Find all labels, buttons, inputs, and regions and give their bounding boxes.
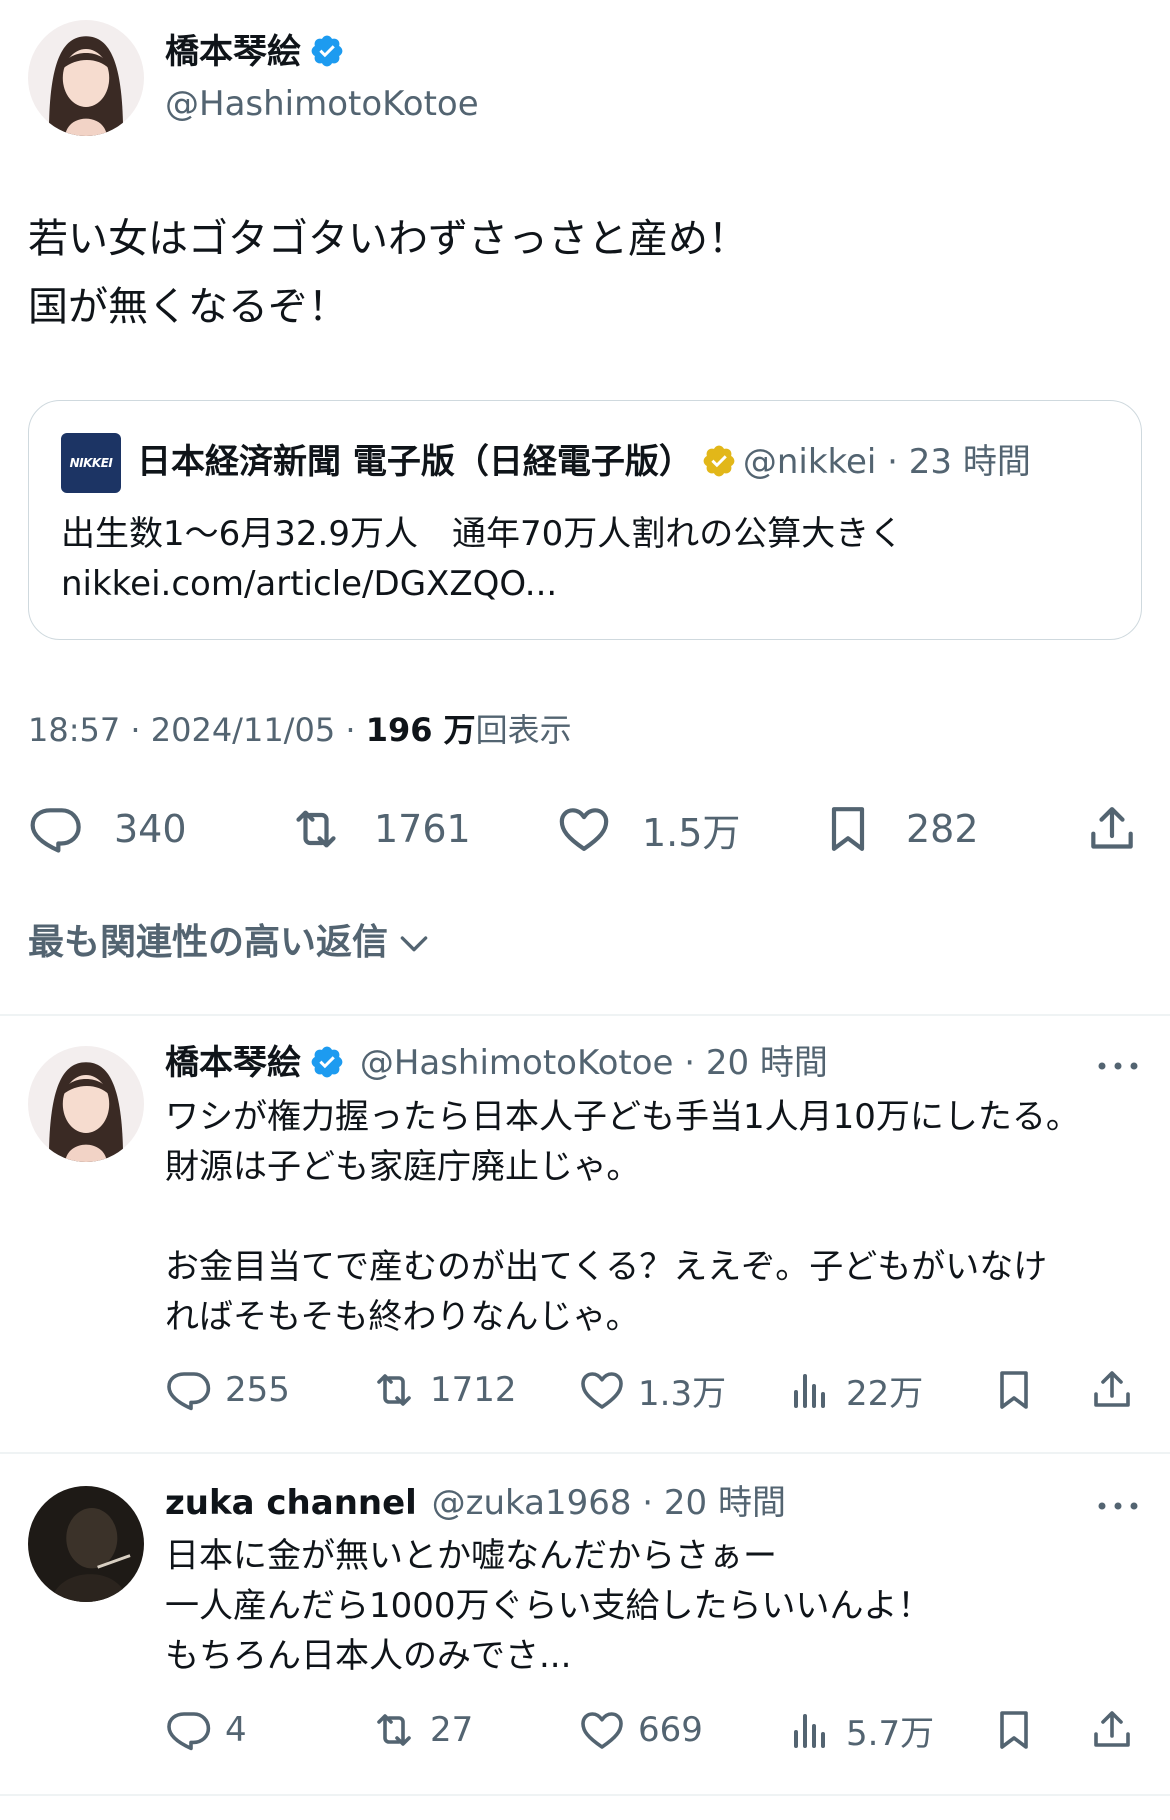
reply-text-line: お金目当てで産むのが出てくる？ええぞ。子どもがいなけ (165, 1247, 1048, 1287)
like-count: 1.5万 (642, 810, 741, 855)
reply-sort-dropdown[interactable]: 最も関連性の高い返信 (28, 918, 434, 968)
quoted-tweet-card[interactable]: NIKKEI 日本経済新聞 電子版（日経電子版） @nikkei · 23 時間 … (28, 400, 1142, 640)
retweet-button[interactable]: 1761 (288, 797, 471, 861)
heart-icon (581, 1712, 623, 1749)
reply-text-line: 日本に金が無いとか嘘なんだからさぁー (165, 1536, 777, 1576)
reply-button[interactable]: 340 (28, 797, 187, 861)
bookmark-button[interactable]: 282 (820, 797, 979, 861)
author-name-row[interactable]: 橋本琴絵 (165, 30, 345, 74)
bookmark-button[interactable] (990, 1702, 1038, 1758)
reply-author-avatar[interactable] (28, 1046, 144, 1162)
bookmark-icon (831, 807, 865, 851)
reply-header: 橋本琴絵 @HashimotoKotoe · 20 時間 (165, 1040, 828, 1086)
bookmark-count: 282 (906, 807, 979, 851)
quote-body: 出生数1〜6月32.9万人 通年70万人割れの公算大きく nikkei.com/… (61, 509, 1121, 609)
view-count: 22万 (846, 1373, 924, 1414)
tweet-text: 若い女はゴタゴタいわずさっさと産め！ 国が無くなるぞ！ (28, 205, 1138, 341)
share-button[interactable] (1088, 1362, 1136, 1418)
divider (0, 1452, 1170, 1454)
verified-badge-icon[interactable] (309, 33, 345, 69)
author-avatar[interactable] (28, 20, 144, 136)
divider (0, 1014, 1170, 1016)
tweet-timestamp[interactable]: 18:57 · 2024/11/05 · (28, 711, 366, 749)
more-options-icon[interactable] (1096, 1498, 1140, 1514)
bookmark-icon (1000, 1371, 1028, 1409)
reply-button[interactable]: 255 (165, 1362, 290, 1418)
bookmark-icon (1000, 1711, 1028, 1749)
heart-icon (559, 808, 609, 851)
share-button[interactable] (1088, 1702, 1136, 1758)
retweet-count: 1712 (430, 1370, 517, 1410)
tweet-meta: 18:57 · 2024/11/05 · 196 万回表示 (28, 708, 572, 752)
avatar-image (28, 1046, 144, 1162)
reply-button[interactable]: 4 (165, 1702, 247, 1758)
like-button[interactable]: 1.5万 (556, 797, 740, 861)
analytics-icon (794, 1374, 825, 1408)
avatar-image (28, 1486, 144, 1602)
reply-header: zuka channel @zuka1968 · 20 時間 (165, 1480, 786, 1526)
analytics-icon (794, 1714, 825, 1748)
retweet-icon (377, 1374, 411, 1406)
reply-handle-time[interactable]: @zuka1968 · 20 時間 (432, 1483, 786, 1523)
bookmark-button[interactable] (990, 1362, 1038, 1418)
quote-header: 日本経済新聞 電子版（日経電子版） @nikkei · 23 時間 (137, 439, 1031, 485)
more-options-icon[interactable] (1096, 1058, 1140, 1074)
reply-text-line: ればそもそも終わりなんじゃ。 (165, 1297, 640, 1337)
reply-text-line: ワシが権力握ったら日本人子ども手当1人月10万にしたる。 (165, 1097, 1080, 1137)
reply-text-line (165, 1192, 1145, 1242)
view-count: 196 万 (365, 711, 476, 749)
like-count: 1.3万 (638, 1373, 727, 1414)
author-name[interactable]: 橋本琴絵 (165, 32, 301, 72)
retweet-count: 1761 (374, 807, 471, 851)
reply-count: 255 (225, 1370, 290, 1410)
reply-author-name[interactable]: zuka channel (165, 1483, 417, 1523)
divider (0, 1794, 1170, 1796)
reply-author-avatar[interactable] (28, 1486, 144, 1602)
share-icon (1091, 807, 1133, 849)
reply-icon (30, 808, 81, 853)
reply-count: 340 (114, 807, 187, 851)
like-count: 669 (638, 1710, 703, 1750)
views-button[interactable]: 22万 (786, 1362, 923, 1418)
view-label: 回表示 (475, 711, 572, 749)
avatar-image (28, 20, 144, 136)
quote-link[interactable]: nikkei.com/article/DGXZQO... (61, 559, 1121, 609)
reply-text-line: 財源は子ども家庭庁廃止じゃ。 (165, 1147, 641, 1187)
reply-sort-label: 最も関連性の高い返信 (28, 922, 389, 963)
view-count: 5.7万 (846, 1713, 935, 1754)
share-icon (1094, 1371, 1130, 1407)
verified-badge-icon[interactable] (309, 1044, 345, 1080)
nikkei-logo: NIKKEI (61, 433, 121, 493)
tweet-text-line: 国が無くなるぞ！ (28, 284, 348, 330)
share-button[interactable] (1084, 797, 1140, 861)
tweet-text-line: 若い女はゴタゴタいわずさっさと産め！ (28, 216, 748, 262)
like-button[interactable]: 1.3万 (578, 1362, 726, 1418)
reply-text: ワシが権力握ったら日本人子ども手当1人月10万にしたる。 財源は子ども家庭庁廃止… (165, 1092, 1145, 1342)
share-icon (1094, 1711, 1130, 1747)
reply-text-line: もちろん日本人のみでさ... (165, 1636, 572, 1676)
quote-text-line: 出生数1〜6月32.9万人 通年70万人割れの公算大きく (61, 514, 904, 554)
reply-text: 日本に金が無いとか嘘なんだからさぁー 一人産んだら1000万ぐらい支給したらいい… (165, 1531, 1145, 1681)
author-handle[interactable]: @HashimotoKotoe (165, 82, 479, 126)
retweet-button[interactable]: 27 (370, 1702, 473, 1758)
quote-handle-time: @nikkei · 23 時間 (742, 442, 1031, 482)
chevron-down-icon (400, 936, 428, 952)
reply-handle-time[interactable]: @HashimotoKotoe · 20 時間 (360, 1043, 828, 1083)
like-button[interactable]: 669 (578, 1702, 703, 1758)
retweet-icon (377, 1714, 411, 1746)
heart-icon (581, 1372, 623, 1409)
verified-gold-badge-icon (701, 443, 737, 479)
reply-text-line: 一人産んだら1000万ぐらい支給したらいいんよ！ (165, 1586, 932, 1626)
reply-author-name[interactable]: 橋本琴絵 (165, 1043, 301, 1083)
retweet-count: 27 (430, 1710, 474, 1750)
retweet-button[interactable]: 1712 (370, 1362, 517, 1418)
quote-author-name: 日本経済新聞 電子版（日経電子版） (137, 442, 693, 482)
reply-count: 4 (225, 1710, 247, 1750)
views-button[interactable]: 5.7万 (786, 1702, 934, 1758)
reply-icon (167, 1372, 211, 1411)
reply-icon (167, 1712, 211, 1751)
retweet-icon (296, 810, 336, 848)
